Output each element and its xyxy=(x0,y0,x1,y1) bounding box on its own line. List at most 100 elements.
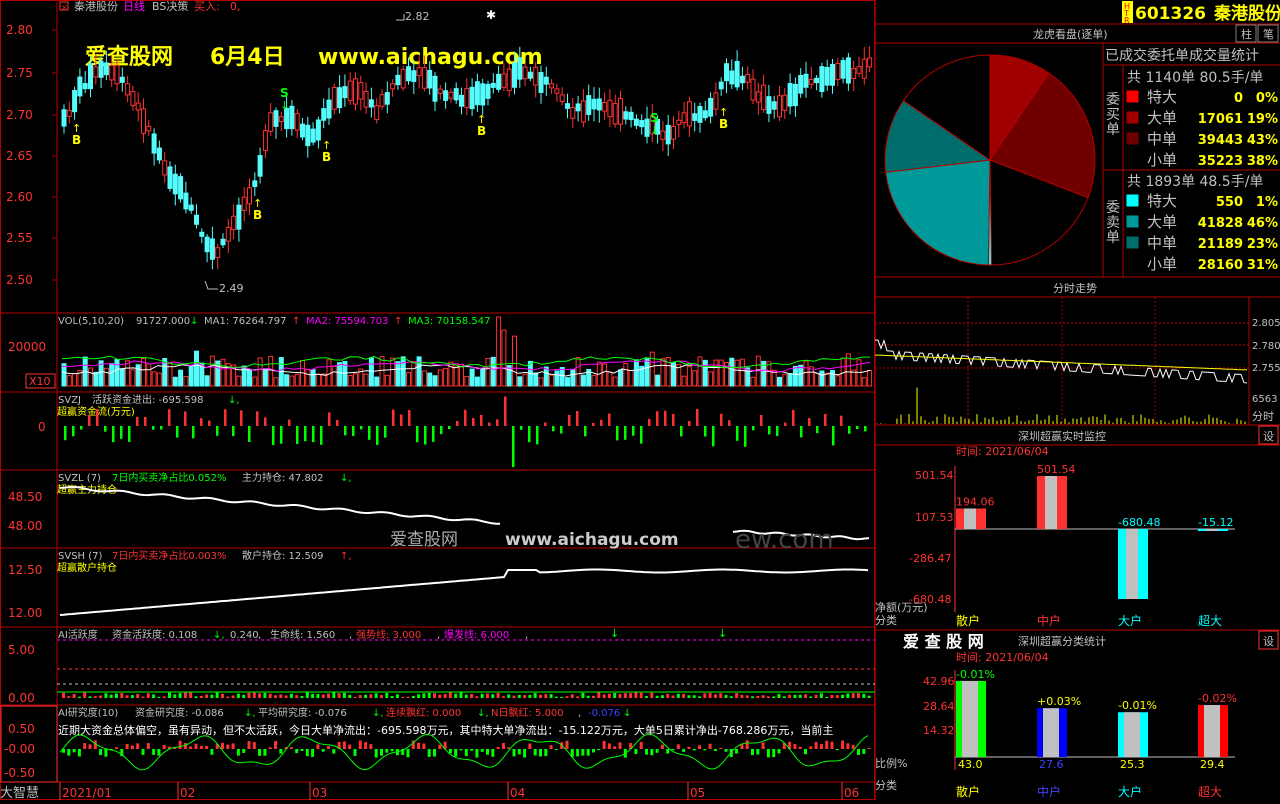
monitor-bar-highlight xyxy=(1045,476,1057,529)
research-bar xyxy=(332,749,336,754)
flow-bar xyxy=(448,426,451,430)
flow-bar xyxy=(424,426,427,445)
main-chart-svg[interactable]: 2.80 2.75 2.70 2.65 2.60 2.55 2.50 × 秦港股… xyxy=(0,0,875,801)
volume-bar xyxy=(289,375,295,387)
activity-bar xyxy=(231,695,235,698)
x-tick: 06 xyxy=(844,786,859,800)
flow-bar xyxy=(528,426,531,443)
arrow-down-icon: ↓ xyxy=(650,124,659,137)
candle-body xyxy=(782,94,788,111)
ai2-d: N日飘红: 5.000 xyxy=(491,706,564,719)
research-bar xyxy=(528,743,532,749)
flow-bar xyxy=(600,419,603,426)
flow-bar xyxy=(744,426,747,447)
candle-body xyxy=(745,73,751,83)
candle-body xyxy=(761,84,767,111)
stock-name-side: 秦港股份 xyxy=(1214,3,1280,24)
research-bar xyxy=(157,749,161,756)
flow-bar xyxy=(176,426,179,438)
flow-bar xyxy=(840,415,843,426)
candle-body xyxy=(162,160,168,176)
research-bar xyxy=(300,749,304,751)
monitor1-title: 深圳超赢实时监控 xyxy=(1018,429,1106,443)
row-pct: 43% xyxy=(1247,133,1278,148)
period-label[interactable]: 日线 xyxy=(123,0,145,13)
candle-body xyxy=(347,80,353,102)
candle-body xyxy=(66,110,72,117)
monitor-bar-highlight xyxy=(1206,529,1218,531)
row-pct: 46% xyxy=(1247,216,1278,231)
swatch xyxy=(1126,215,1139,228)
m2-cat: 中户 xyxy=(1037,784,1061,799)
volume-bar xyxy=(406,372,411,387)
candle-body xyxy=(331,87,337,110)
low-label: 2.49 xyxy=(219,282,244,295)
candle-body xyxy=(665,124,671,145)
volume-bar xyxy=(114,359,120,387)
candle-body xyxy=(109,65,115,81)
candle-body xyxy=(231,215,237,231)
activity-bar xyxy=(676,693,680,698)
settings-button-label: 设 xyxy=(1263,635,1274,648)
research-bar xyxy=(72,749,76,753)
flow-bar xyxy=(616,426,619,441)
candle-body xyxy=(119,76,125,83)
volume-bar xyxy=(501,329,507,387)
activity-bar xyxy=(162,696,166,698)
volume-bar xyxy=(814,372,820,387)
row-label: 大单 xyxy=(1147,213,1177,231)
volume-bars xyxy=(61,316,873,387)
candle-body xyxy=(125,83,131,96)
research-bar xyxy=(274,741,277,749)
research-bar xyxy=(348,744,352,749)
candle-body xyxy=(755,91,761,103)
watermark-mid-fragment: ew.com xyxy=(735,525,834,555)
watermark-date: 6月4日 xyxy=(210,45,285,70)
candle-body xyxy=(485,83,491,99)
flow-bar xyxy=(88,415,91,426)
activity-bar xyxy=(639,692,643,698)
vol-tick: 20000 xyxy=(8,340,46,354)
research-bar xyxy=(687,746,691,749)
activity-bar xyxy=(120,693,124,698)
candle-body xyxy=(798,74,804,94)
minute-volume-bars xyxy=(876,387,1246,424)
flow-bar xyxy=(696,409,699,426)
kline-y-axis: 2.80 2.75 2.70 2.65 2.60 2.55 2.50 xyxy=(6,23,33,287)
activity-bar xyxy=(486,693,489,698)
activity-bar xyxy=(136,693,140,698)
volume-bar xyxy=(390,357,396,387)
fund-flow-bars xyxy=(64,396,867,468)
activity-bar xyxy=(507,694,511,698)
research-bar xyxy=(496,746,500,749)
flow-bar xyxy=(864,426,867,432)
research-bar xyxy=(358,740,362,749)
activity-bar xyxy=(374,693,378,698)
svsh-name: SVSH (7) xyxy=(58,551,102,562)
flow-bar xyxy=(856,426,859,430)
activity-bar xyxy=(814,694,818,698)
activity-bar xyxy=(719,693,723,698)
activity-bar xyxy=(109,694,113,698)
activity-bar xyxy=(417,694,421,698)
research-bar xyxy=(316,744,320,749)
candle-body xyxy=(188,204,194,211)
volume-bar xyxy=(739,358,745,387)
candle-body xyxy=(273,110,279,127)
chart-area[interactable]: 2.80 2.75 2.70 2.65 2.60 2.55 2.50 × 秦港股… xyxy=(0,0,875,801)
volume-bar xyxy=(469,368,475,387)
activity-bar xyxy=(586,695,590,698)
swatch xyxy=(1126,90,1139,103)
monitor-bar-highlight xyxy=(1126,529,1138,599)
candle-body xyxy=(777,95,782,118)
flow-bar xyxy=(224,409,227,426)
change-value: -0.01% xyxy=(956,668,995,681)
research-bar xyxy=(745,740,749,749)
volume-bar xyxy=(681,375,687,387)
volume-bar xyxy=(347,375,353,387)
activity-bar xyxy=(189,692,193,698)
flow-bar xyxy=(312,426,315,443)
candle-body xyxy=(522,66,528,80)
volume-bar xyxy=(655,374,661,387)
research-bar xyxy=(517,749,521,755)
